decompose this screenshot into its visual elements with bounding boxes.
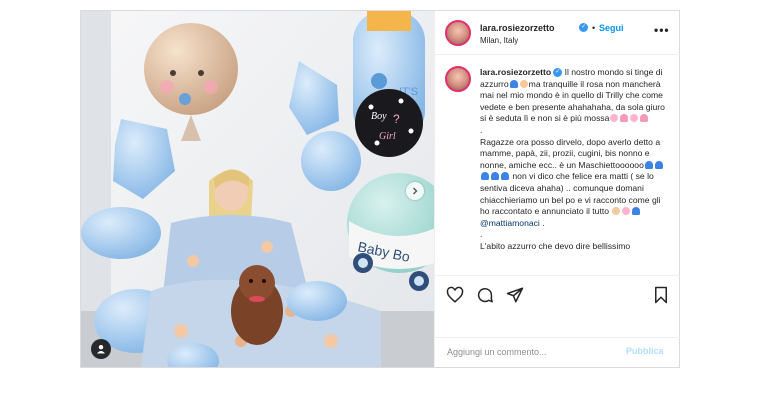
blue-heart-icon [481, 172, 489, 181]
comment-input[interactable] [447, 345, 617, 359]
tagged-users-button[interactable] [91, 339, 111, 359]
verified-icon: ✓ [553, 68, 563, 78]
flower-icon [630, 114, 639, 123]
caption-dot: . [480, 229, 483, 240]
action-bar [435, 275, 680, 325]
verified-icon: ✓ [579, 23, 588, 32]
blue-heart-icon [644, 160, 653, 169]
avatar[interactable] [445, 20, 471, 46]
flower-icon [622, 207, 631, 216]
share-icon[interactable] [506, 286, 524, 304]
baby-emoji-icon [519, 79, 528, 88]
blue-heart-icon [491, 172, 499, 181]
pink-heart-icon [620, 114, 629, 123]
more-options-icon[interactable]: ••• [654, 23, 670, 37]
caption-avatar[interactable] [445, 66, 471, 92]
instagram-post: IT'S Boy ? Girl Baby Bo lara.rosiezorzet… [80, 10, 680, 368]
comment-icon[interactable] [476, 286, 494, 304]
separator-dot: • [592, 23, 596, 33]
blue-heart-icon [654, 160, 663, 169]
baby-emoji-icon [612, 207, 621, 216]
comments-section[interactable]: lara.rosiezorzetto ✓ Il nostro mondo si t… [435, 55, 680, 275]
heart-icon[interactable] [446, 286, 464, 304]
next-photo-button[interactable] [406, 182, 424, 200]
svg-text:Girl: Girl [379, 131, 396, 142]
svg-text:?: ? [393, 112, 400, 126]
add-comment-bar: Pubblica [435, 337, 680, 367]
location-link[interactable]: Milan, Italy [480, 36, 518, 45]
post-sidebar: lara.rosiezorzetto ✓ • Segui Milan, Ital… [434, 11, 680, 367]
photo-scene: IT'S Boy ? Girl Baby Bo [81, 11, 434, 367]
user-icon [97, 345, 105, 354]
caption-text: lara.rosiezorzetto ✓ Il nostro mondo si t… [480, 67, 672, 253]
pink-heart-icon [640, 114, 649, 123]
chevron-right-icon [413, 187, 418, 195]
follow-button[interactable]: Segui [599, 23, 624, 33]
bookmark-icon[interactable] [652, 286, 670, 304]
blue-heart-icon [501, 172, 509, 181]
caption-p2c: . [539, 217, 545, 228]
header-username[interactable]: lara.rosiezorzetto [480, 23, 555, 33]
boy-or-girl-balloon: Boy ? Girl [355, 89, 423, 157]
svg-text:Boy: Boy [371, 111, 387, 122]
caption-dot: . [480, 124, 483, 135]
caption-username[interactable]: lara.rosiezorzetto [480, 67, 551, 77]
flower-icon [610, 114, 619, 123]
caption-p2: Ragazze ora posso dirvelo, dopo averlo d… [480, 136, 663, 170]
caption-p3: L'abito azzurro che devo dire bellissimo [480, 240, 631, 251]
mention-link[interactable]: @mattiamonaci [480, 218, 540, 228]
post-header: lara.rosiezorzetto ✓ • Segui Milan, Ital… [435, 11, 680, 55]
post-photo[interactable]: IT'S Boy ? Girl Baby Bo [81, 11, 434, 367]
blue-heart-icon [632, 207, 641, 216]
blue-heart-icon [509, 79, 518, 88]
publish-button[interactable]: Pubblica [626, 346, 664, 356]
